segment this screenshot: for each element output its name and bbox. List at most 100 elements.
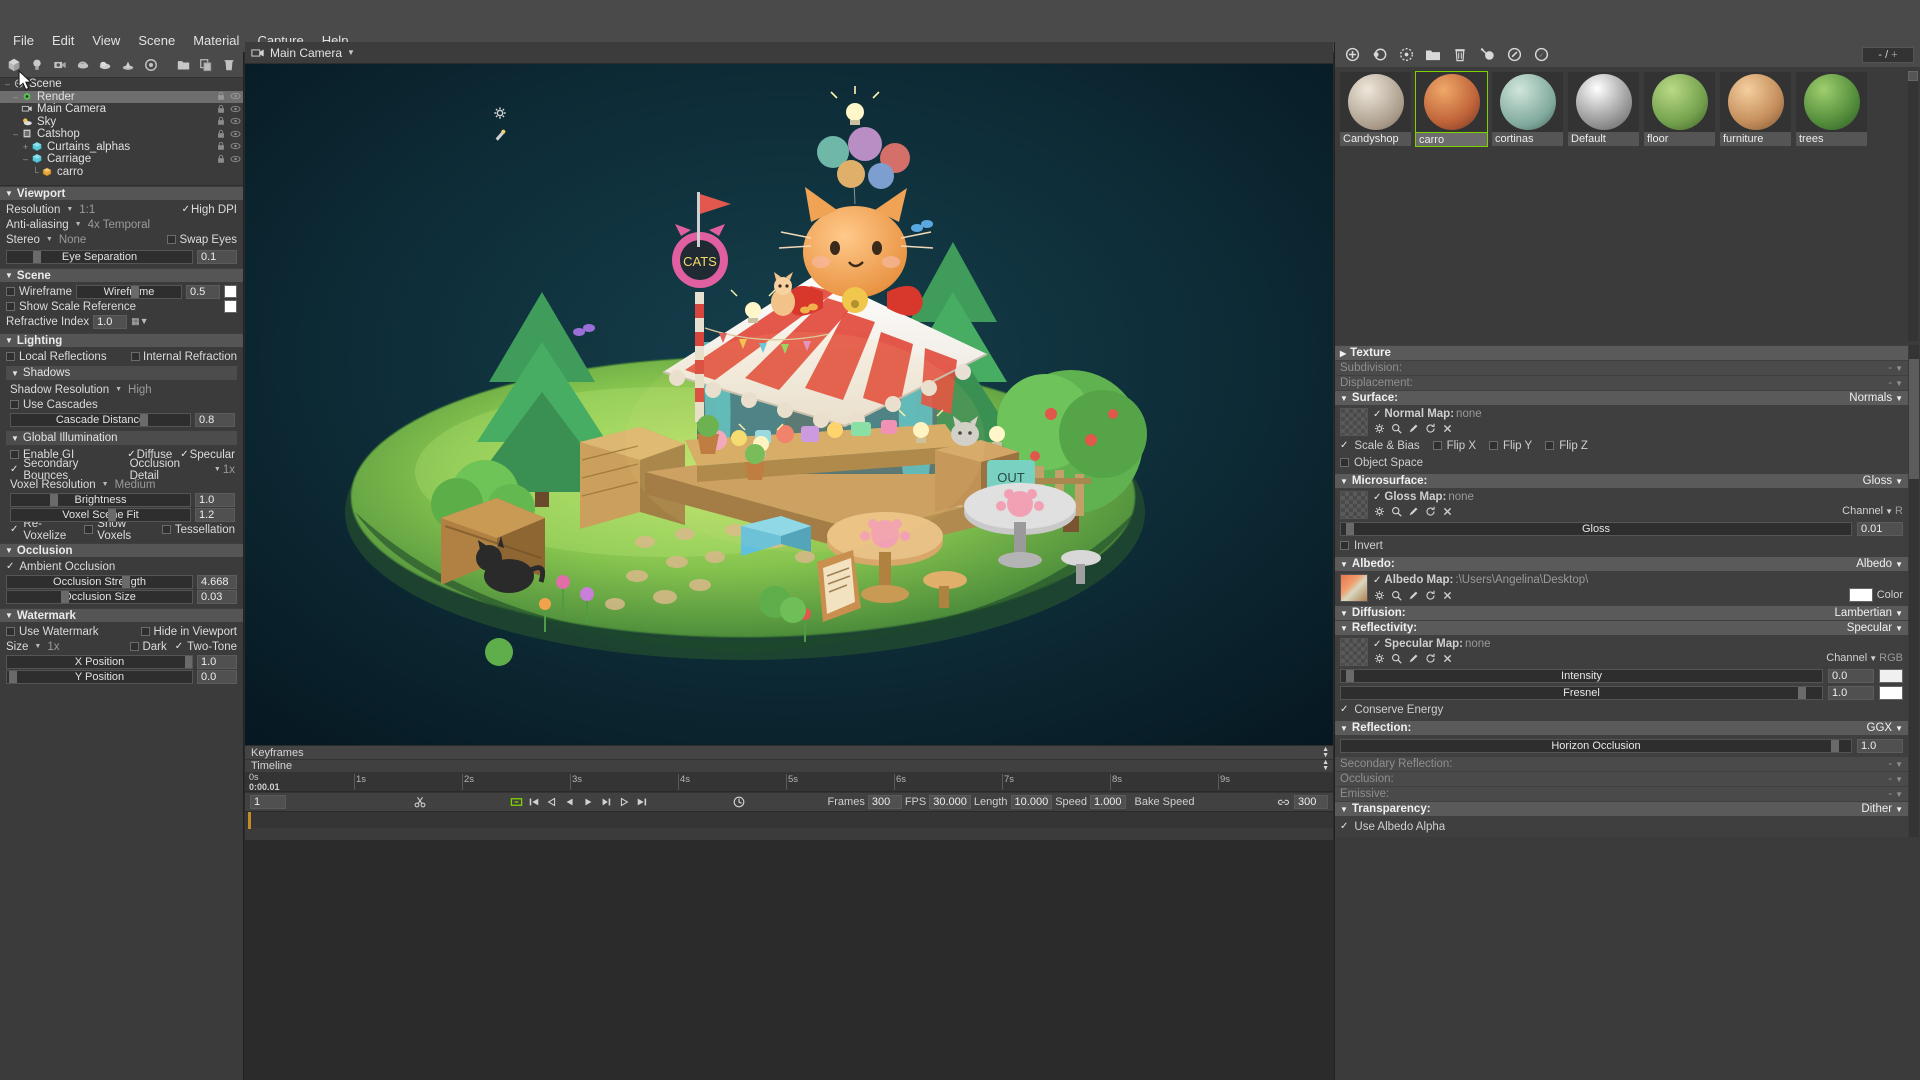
refractive-index-value[interactable]: 1.0 [93,314,128,329]
preset-menu-icon[interactable]: ▦▼ [131,316,148,327]
prop-value[interactable]: Albedo [1856,558,1892,570]
cascade-distance-slider[interactable]: Cascade Distance [10,412,191,427]
play-reverse-icon[interactable] [563,795,578,810]
step-next-icon[interactable] [617,795,632,810]
use-watermark-checkbox[interactable] [6,627,15,636]
section-header-lighting[interactable]: ▼ Lighting [0,333,243,347]
occlusion-strength-slider[interactable]: Occlusion Strength [6,574,193,589]
edit-icon[interactable] [1407,652,1419,664]
viewport-3d[interactable]: CATS OUT [245,42,1333,745]
occlusion-strength-value[interactable]: 4.668 [197,574,237,589]
tree-row-toggles[interactable] [216,129,241,140]
chevron-down-icon[interactable]: ▼ [66,206,73,213]
internal-refraction-checkbox[interactable] [131,352,141,361]
prop-header-subdivision[interactable]: Subdivision: - ▼ [1335,360,1908,375]
eye-separation-value[interactable]: 0.1 [197,249,237,264]
timeline-track[interactable] [245,811,1333,829]
pick-icon[interactable] [1503,45,1525,65]
chevron-down-icon[interactable]: ▼ [1895,477,1903,486]
folder-icon[interactable] [173,55,194,75]
twisty-icon[interactable]: – [10,129,21,139]
check-icon[interactable]: ✓ [1340,440,1348,451]
edit-icon[interactable] [1407,422,1419,434]
section-header-occlusion[interactable]: ▼ Occlusion [0,543,243,557]
check-icon[interactable]: ✓ [1373,492,1381,503]
bake-speed-label[interactable]: Bake Speed [1135,796,1195,808]
two-tone-label[interactable]: Two-Tone [187,641,237,653]
material-cell-cortinas[interactable]: cortinas [1491,71,1564,147]
use-cascades-checkbox[interactable] [10,400,19,409]
check-icon[interactable]: ✓ [1373,409,1381,420]
x-position-value[interactable]: 1.0 [197,654,237,669]
search-icon[interactable] [1390,505,1402,517]
chevron-down-icon[interactable]: ▼ [1895,609,1903,618]
prop-value[interactable]: GGX [1867,722,1893,734]
keyframe-marker[interactable] [248,812,251,829]
gear-icon[interactable] [1373,422,1385,434]
intensity-slider[interactable]: Intensity [1340,668,1823,683]
high-dpi-label[interactable]: High DPI [191,204,237,216]
chevron-down-icon[interactable]: ▼ [34,643,41,650]
size-value[interactable]: 1x [47,641,59,653]
scroll-up-icon[interactable] [1908,71,1918,81]
reload-icon[interactable] [1424,652,1436,664]
occlusion-detail-value[interactable]: 1x [223,464,235,476]
target-icon[interactable] [141,55,162,75]
subsection-header-global-illumination[interactable]: ▼ Global Illumination [6,431,237,445]
gear-icon[interactable] [1373,505,1385,517]
light-icon[interactable] [27,55,48,75]
gear-icon[interactable] [1373,589,1385,601]
ambient-occlusion-label[interactable]: Ambient Occlusion [19,561,115,573]
sky-icon[interactable] [95,55,116,75]
lock-icon[interactable] [216,141,227,152]
wireframe-slider[interactable]: Wireframe [76,284,182,299]
menu-material[interactable]: Material [184,30,248,51]
gloss-slider[interactable]: Gloss [1340,521,1852,536]
fps-field[interactable]: 30.000 [929,795,971,809]
check-icon[interactable]: ✓ [1373,639,1381,650]
prop-value[interactable]: Lambertian [1835,607,1893,619]
prop-value[interactable]: Normals [1849,392,1892,404]
length-field[interactable]: 10.000 [1010,795,1053,809]
shadow-resolution-value[interactable]: High [128,384,152,396]
gloss-channel-value[interactable]: R [1895,505,1903,517]
material-cell-floor[interactable]: floor [1643,71,1716,147]
material-cell-trees[interactable]: trees [1795,71,1868,147]
search-icon[interactable] [1390,589,1402,601]
lock-icon[interactable] [216,104,227,115]
voxel-scene-fit-value[interactable]: 1.2 [195,507,235,522]
close-icon[interactable] [1441,422,1453,434]
prop-header-secondary-reflection[interactable]: Secondary Reflection: - ▼ [1335,756,1908,771]
tree-row-toggles[interactable] [216,154,241,165]
stereo-value[interactable]: None [59,234,87,246]
material-count-plus[interactable]: + [1891,49,1897,61]
brightness-slider[interactable]: Brightness [10,492,191,507]
step-forward-icon[interactable] [599,795,614,810]
object-space-checkbox[interactable] [1340,458,1349,467]
lock-icon[interactable] [216,129,227,140]
reload-icon[interactable] [1424,505,1436,517]
twisty-icon[interactable]: – [2,79,13,89]
wireframe-value[interactable]: 0.5 [186,284,220,299]
fresnel-slider[interactable]: Fresnel [1340,685,1823,700]
material-grid-scrollbar[interactable] [1908,71,1918,341]
horizon-occlusion-slider[interactable]: Horizon Occlusion [1340,738,1852,753]
menu-view[interactable]: View [83,30,129,51]
subsection-header-shadows[interactable]: ▼ Shadows [6,366,237,380]
chevron-down-icon[interactable]: ▼ [1895,775,1903,784]
tree-node-scene[interactable]: – Scene [0,78,243,91]
wireframe-color-swatch[interactable] [224,285,237,298]
timeline-header[interactable]: Timeline ▲ ▼ [245,759,1333,772]
tree-node-carro[interactable]: └ carro [0,166,243,179]
lock-icon[interactable] [216,91,227,102]
material-grid[interactable]: Candyshop carro cortinas Default floor f… [1335,67,1920,345]
prop-value[interactable]: Dither [1861,803,1892,815]
albedo-map-thumbnail[interactable] [1340,574,1368,602]
gear-icon[interactable] [491,104,509,122]
flip-x-checkbox[interactable] [1432,441,1442,450]
search-icon[interactable] [1390,652,1402,664]
play-icon[interactable] [581,795,596,810]
chevron-down-icon[interactable]: ▼ [1895,394,1903,403]
viewport-render[interactable]: CATS OUT [245,42,1333,745]
skip-to-start-icon[interactable] [527,795,542,810]
